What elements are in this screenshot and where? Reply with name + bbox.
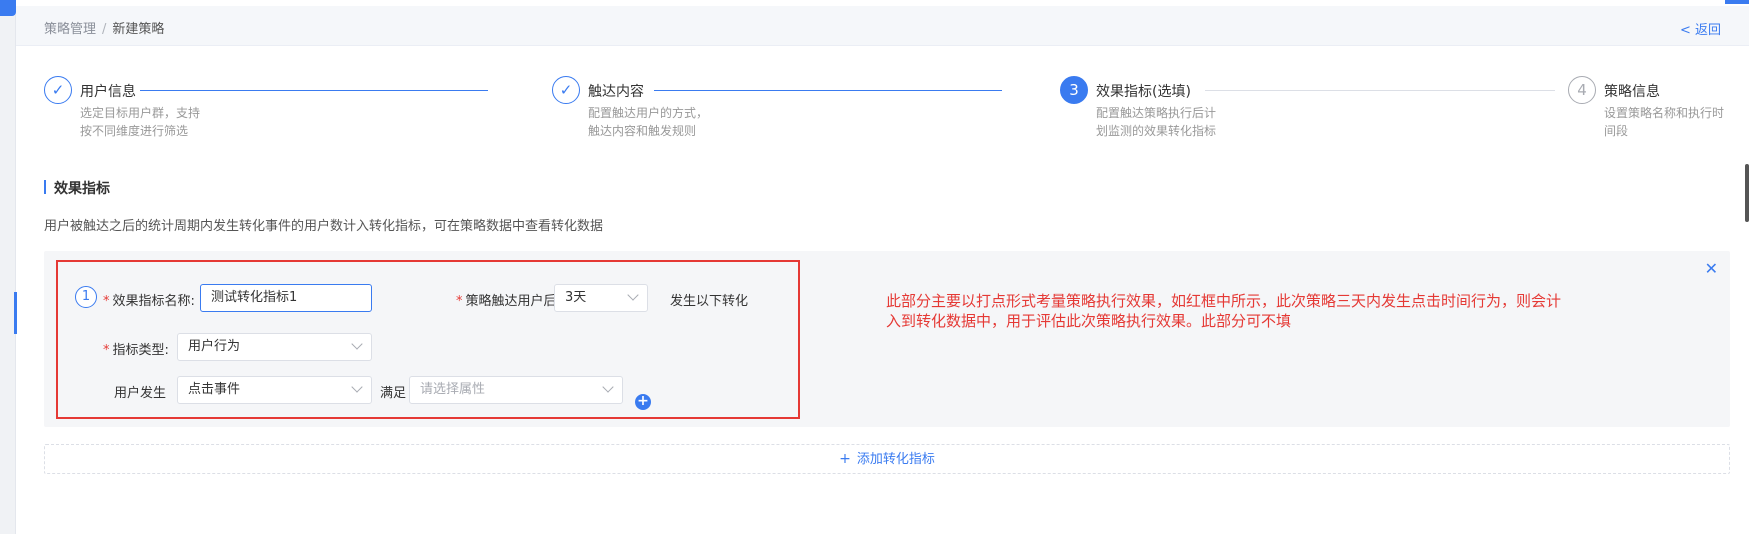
- chevron-down-icon: [627, 289, 639, 301]
- chevron-down-icon: [602, 381, 614, 393]
- step-desc: 设置策略名称和执行时间段: [1604, 106, 1725, 138]
- step-title: 策略信息: [1604, 84, 1660, 100]
- back-link[interactable]: < 返回: [1680, 19, 1721, 38]
- steps-bar: ✓ 用户信息 选定目标用户群，支持按不同维度进行筛选 ✓ 触达内容 配置触达用户…: [44, 76, 1724, 146]
- scrollbar-thumb[interactable]: [1745, 164, 1749, 222]
- step-connector: [140, 90, 488, 91]
- right-edge: [1725, 0, 1749, 534]
- chevron-down-icon: [351, 338, 363, 350]
- period-select[interactable]: 3天: [554, 284, 648, 312]
- sidebar-top-marker: [0, 0, 16, 16]
- user-action-label: 用户发生: [114, 386, 167, 401]
- metric-type-label: * 指标类型:: [103, 343, 169, 358]
- step-desc: 配置触达策略执行后计划监测的效果转化指标: [1096, 106, 1217, 138]
- breadcrumb-current: 新建策略: [112, 22, 165, 37]
- breadcrumb-parent[interactable]: 策略管理: [44, 22, 96, 37]
- step-title: 用户信息: [80, 84, 136, 100]
- left-sidebar-rail: [0, 0, 17, 534]
- step-number: 3: [1060, 76, 1088, 104]
- chevron-down-icon: [351, 381, 363, 393]
- metric-number: 1: [75, 286, 97, 308]
- sidebar-active-indicator: [14, 292, 17, 334]
- right-top-marker: [1725, 0, 1749, 4]
- close-icon[interactable]: ✕: [1705, 259, 1718, 278]
- step-connector: [654, 90, 1002, 91]
- check-icon: ✓: [552, 76, 580, 104]
- step-number: 4: [1568, 76, 1596, 104]
- plus-circle-icon[interactable]: +: [635, 394, 651, 410]
- after-touch-label: * 策略触达用户后: [456, 294, 557, 309]
- breadcrumb-bar: 策略管理 / 新建策略 < 返回: [16, 6, 1749, 46]
- metric-card: 1 * 效果指标名称: 测试转化指标1 * 策略触达用户后 3天 发生以下转化 * 指…: [44, 251, 1730, 427]
- step-title: 触达内容: [588, 84, 644, 100]
- section-description: 用户被触达之后的统计周期内发生转化事件的用户数计入转化指标，可在策略数据中查看转…: [44, 219, 604, 234]
- step-title: 效果指标(选填): [1096, 84, 1191, 100]
- step-desc: 配置触达用户的方式，触达内容和触发规则: [588, 106, 709, 138]
- after-touch-suffix: 发生以下转化: [670, 294, 749, 309]
- metric-type-select[interactable]: 用户行为: [177, 333, 372, 361]
- section-title: 效果指标: [44, 178, 110, 198]
- satisfy-label: 满足: [380, 386, 407, 401]
- add-metric-button[interactable]: + 添加转化指标: [44, 444, 1730, 474]
- breadcrumb-separator: /: [102, 22, 107, 37]
- highlight-box: 1 * 效果指标名称: 测试转化指标1 * 策略触达用户后 3天 发生以下转化 * 指…: [56, 260, 800, 419]
- step-connector: [1205, 90, 1555, 91]
- breadcrumb: 策略管理 / 新建策略: [44, 18, 164, 37]
- metric-name-input[interactable]: 测试转化指标1: [200, 284, 372, 312]
- add-metric-label: 添加转化指标: [856, 452, 935, 467]
- metric-name-label: * 效果指标名称:: [103, 294, 195, 309]
- check-icon: ✓: [44, 76, 72, 104]
- plus-icon: +: [839, 451, 851, 467]
- attribute-select[interactable]: 请选择属性: [409, 376, 623, 404]
- annotation-note: 此部分主要以打点形式考量策略执行效果，如红框中所示，此次策略三天内发生点击时间行…: [886, 292, 1562, 330]
- step-desc: 选定目标用户群，支持按不同维度进行筛选: [80, 106, 201, 138]
- event-select[interactable]: 点击事件: [177, 376, 372, 404]
